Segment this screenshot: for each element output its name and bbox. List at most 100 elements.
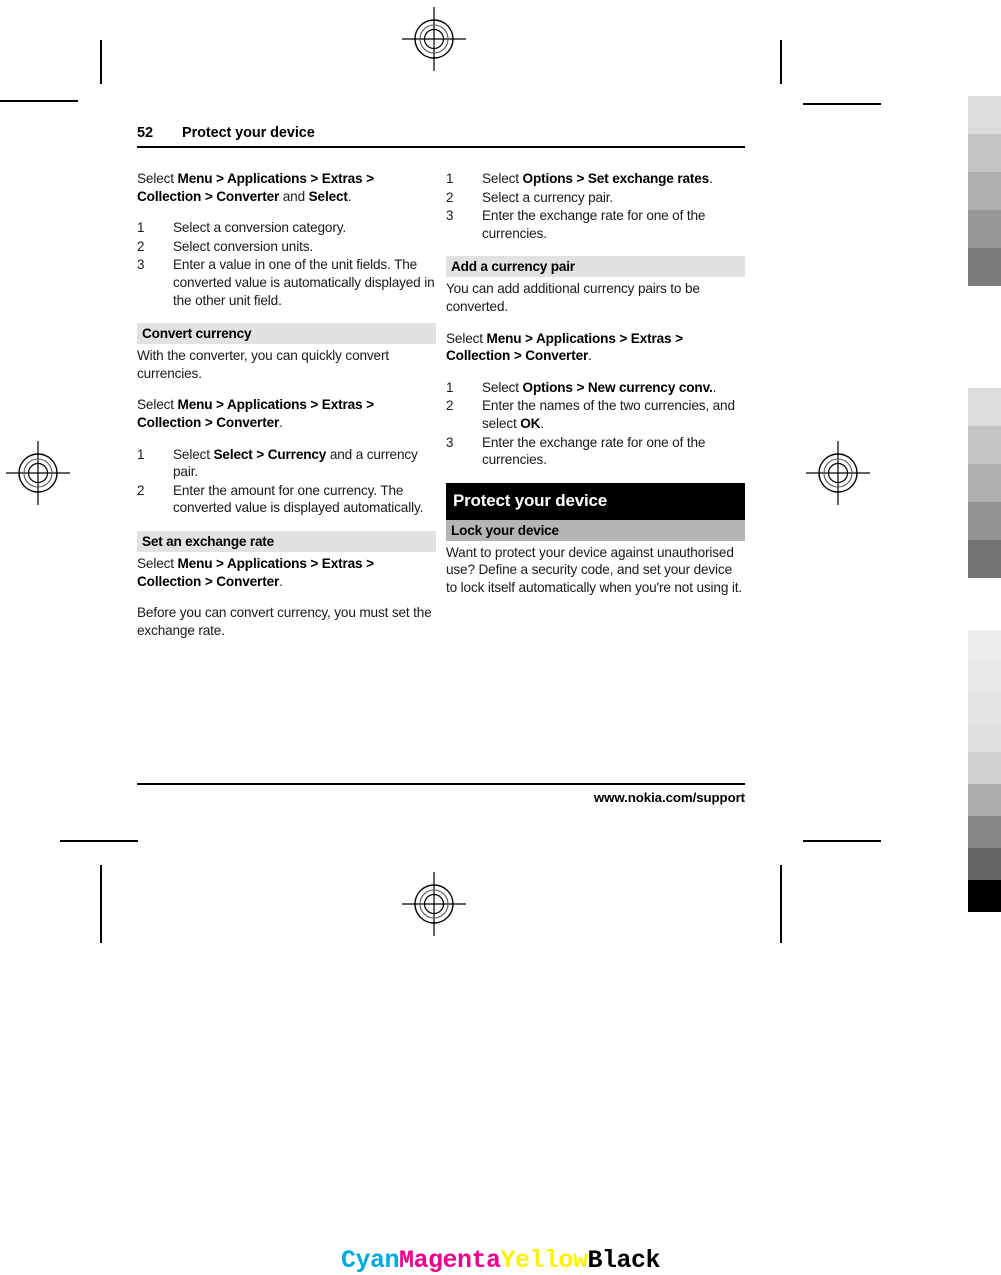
- numbered-step: 3 Enter the exchange rate for one of the …: [446, 434, 745, 469]
- text-run: Converter: [216, 188, 280, 204]
- numbered-step: 2 Select a currency pair.: [446, 189, 745, 207]
- grey-patch: [968, 752, 1001, 784]
- convert-units-steps: 1 Select a conversion category. 2 Select co…: [137, 219, 436, 309]
- text-run: .: [279, 414, 283, 430]
- text-run: Applications: [226, 171, 307, 186]
- step-number: 2: [137, 238, 145, 254]
- grey-patch: [968, 816, 1001, 848]
- text-run: >: [362, 171, 374, 186]
- left-column: Select Menu > Applications > Extras > Co…: [137, 170, 436, 653]
- grey-patch: [968, 502, 1001, 540]
- text-run: Select conversion units.: [173, 238, 313, 254]
- text-run: >: [306, 555, 322, 571]
- text-run: Enter a value in one of the unit fields.…: [173, 257, 435, 308]
- text-run: Before you can convert currency, you mus…: [137, 605, 432, 638]
- numbered-step: 1 Select Options > New currency conv..: [446, 379, 745, 397]
- registration-mark: [6, 441, 70, 505]
- grey-patch: [968, 388, 1001, 426]
- text-run: and: [279, 188, 309, 204]
- crop-mark-horizontal: [60, 840, 138, 842]
- text-run: Select: [482, 379, 523, 395]
- grey-strip-1: [968, 388, 1001, 578]
- add-currency-pair-intro: You can add additional currency pairs to…: [446, 280, 745, 315]
- text-run: >: [671, 330, 683, 346]
- grey-patch: [968, 848, 1001, 880]
- step-text: Enter the amount for one currency. The c…: [173, 482, 436, 517]
- grey-patch: [968, 784, 1001, 816]
- text-run: >: [201, 188, 217, 204]
- color-bar-label-cyan: Cyan: [340, 1246, 400, 1275]
- text-run: Select a conversion category.: [173, 220, 346, 236]
- text-run: Enter the amount for one currency. The c…: [173, 482, 424, 516]
- text-run: Select: [137, 555, 178, 571]
- converter-path-paragraph: Select Menu > Applications > Extras > Co…: [137, 170, 436, 205]
- text-run: .: [279, 573, 283, 589]
- crop-mark-horizontal: [803, 103, 881, 105]
- grey-strip-0: [968, 96, 1001, 286]
- text-run: You can add additional currency pairs to…: [446, 281, 700, 314]
- text-run: Converter: [525, 348, 589, 364]
- step-text: Enter the exchange rate for one of the c…: [482, 207, 745, 242]
- step-text: Select Select > Currency and a currency …: [173, 446, 436, 481]
- step-number: 3: [446, 208, 454, 224]
- heading-convert-currency: Convert currency: [137, 323, 436, 345]
- step-number: 3: [137, 257, 145, 273]
- text-run: Converter: [216, 573, 280, 589]
- step-text: Enter the exchange rate for one of the c…: [482, 434, 745, 469]
- text-run: Menu: [486, 330, 522, 346]
- step-number: 2: [137, 482, 145, 498]
- text-run: Select: [173, 446, 214, 462]
- text-run: Enter the exchange rate for one of the c…: [482, 208, 706, 241]
- text-run: >: [362, 397, 374, 413]
- registration-mark: [806, 441, 870, 505]
- grey-patch: [968, 464, 1001, 502]
- numbered-step: 3 Enter a value in one of the unit fields…: [137, 256, 436, 309]
- two-column-body: Select Menu > Applications > Extras > Co…: [137, 170, 745, 653]
- color-bar-label-black: Black: [587, 1246, 661, 1275]
- text-run: .: [712, 379, 717, 395]
- text-run: Select: [213, 446, 253, 462]
- text-run: >: [362, 555, 374, 571]
- color-bar-label-yellow: Yellow: [500, 1246, 589, 1275]
- step-text: Select a conversion category.: [173, 219, 436, 237]
- text-run: Select: [137, 397, 178, 413]
- text-run: Want to protect your device against unau…: [446, 544, 742, 595]
- add-currency-pair-steps: 1 Select Options > New currency conv.. 2 En…: [446, 379, 745, 469]
- grey-patch: [968, 426, 1001, 464]
- grey-patch: [968, 248, 1001, 286]
- exchange-rate-note: Before you can convert currency, you mus…: [137, 604, 436, 639]
- lock-your-device-intro: Want to protect your device against unau…: [446, 544, 745, 597]
- crop-mark-vertical: [780, 865, 782, 943]
- text-run: Select: [482, 171, 523, 186]
- footer-support-url: www.nokia.com/support: [593, 790, 745, 805]
- convert-currency-intro: With the converter, you can quickly conv…: [137, 347, 436, 382]
- heading-lock-your-device: Lock your device: [446, 519, 745, 541]
- set-exchange-rate-steps: 1 Select Options > Set exchange rates. 2 Se…: [446, 170, 745, 242]
- text-run: >: [252, 446, 268, 462]
- cmyk-color-bar: CyanMagentaYellowBlack: [0, 1246, 1001, 1275]
- text-run: Menu: [177, 397, 213, 413]
- numbered-step: 2 Select conversion units.: [137, 238, 436, 256]
- text-run: Applications: [226, 397, 307, 413]
- page-running-header: 52 Protect your device: [137, 125, 745, 148]
- text-run: Applications: [226, 555, 307, 571]
- text-run: Select a currency pair.: [482, 189, 614, 205]
- step-text: Select a currency pair.: [482, 189, 745, 207]
- numbered-step: 1 Select a conversion category.: [137, 219, 436, 237]
- grey-patch: [968, 662, 1001, 694]
- step-number: 1: [137, 446, 145, 462]
- text-run: Extras: [321, 397, 363, 413]
- step-number: 2: [446, 398, 454, 414]
- text-run: >: [306, 171, 322, 186]
- text-run: >: [212, 555, 227, 571]
- running-head-title: Protect your device: [182, 125, 315, 141]
- crop-mark-vertical: [100, 865, 102, 943]
- text-run: >: [201, 573, 217, 589]
- text-run: Currency: [267, 446, 327, 462]
- text-run: >: [521, 330, 536, 346]
- text-run: Converter: [216, 414, 280, 430]
- grey-patch: [968, 172, 1001, 210]
- step-text: Enter the names of the two currencies, a…: [482, 397, 745, 432]
- numbered-step: 3 Enter the exchange rate for one of the …: [446, 207, 745, 242]
- step-text: Enter a value in one of the unit fields.…: [173, 256, 436, 309]
